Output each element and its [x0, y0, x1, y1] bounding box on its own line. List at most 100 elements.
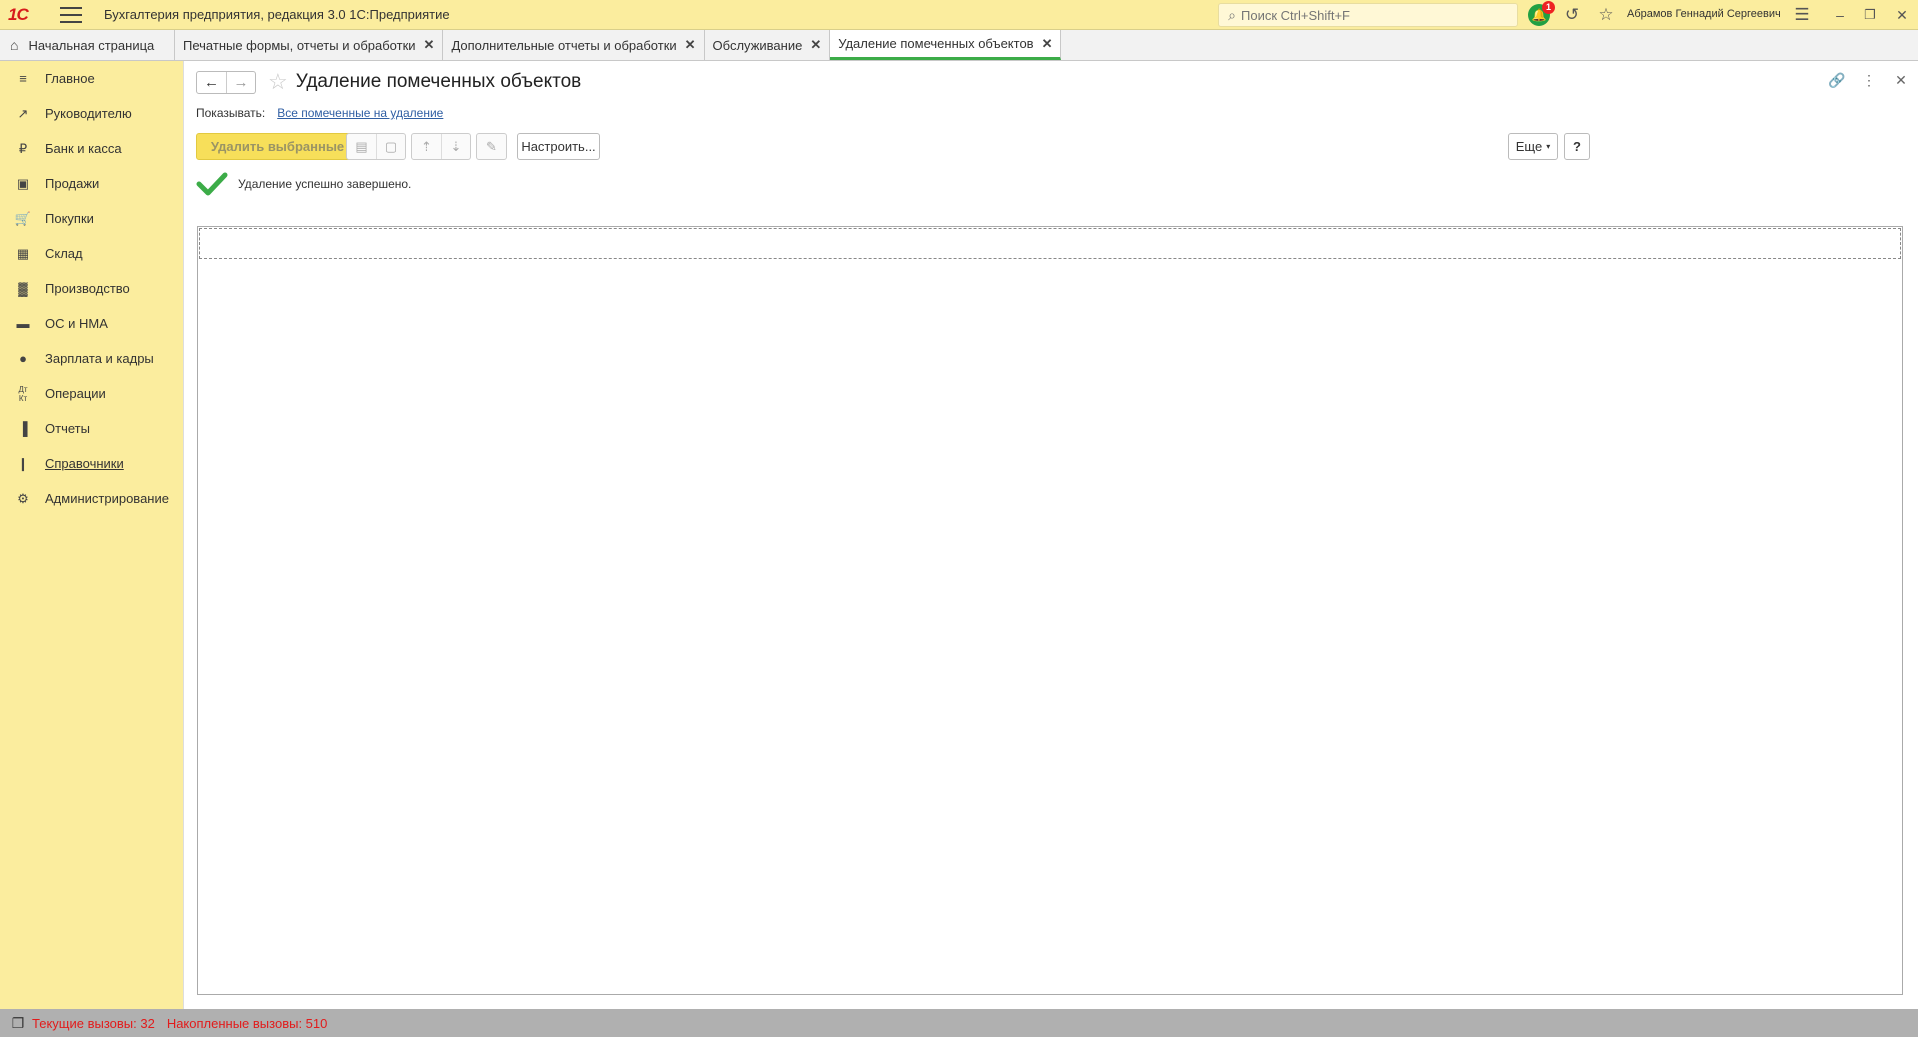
restore-icon[interactable]: ❐	[1858, 3, 1882, 27]
sidebar-item-label: Операции	[45, 386, 106, 401]
sort-descending-icon[interactable]: ⇣	[441, 134, 470, 159]
sidebar-item-label: Банк и касса	[45, 141, 122, 156]
tab-label: Дополнительные отчеты и обработки	[451, 37, 677, 53]
sidebar-item-label: Продажи	[45, 176, 100, 191]
main-menu-button[interactable]	[60, 6, 82, 23]
tab-label: Обслуживание	[712, 37, 803, 53]
sidebar-item-label: Администрирование	[45, 491, 169, 506]
windows-icon[interactable]: ❐	[8, 1014, 28, 1032]
delete-selected-button[interactable]: Удалить выбранные	[196, 133, 359, 160]
status-message: Удаление успешно завершено.	[196, 171, 411, 197]
uncheck-all-icon[interactable]: ▢	[376, 134, 405, 159]
command-bar: Удалить выбранные ▤ ▢ ⇡ ⇣ ✎ Настроить...…	[196, 133, 1908, 161]
sidebar-item-label: Зарплата и кадры	[45, 351, 154, 366]
factory-icon: ▓	[18, 281, 28, 296]
form-header-icons: 🔗 ⋮ ✕	[1828, 71, 1910, 89]
show-label: Показывать:	[196, 106, 266, 120]
forward-arrow-icon[interactable]: →	[226, 71, 255, 93]
sidebar-item-salary[interactable]: ● Зарплата и кадры	[0, 341, 183, 376]
tab-label: Печатные формы, отчеты и обработки	[183, 37, 416, 53]
close-icon[interactable]: ✕	[685, 37, 696, 53]
tab-maintenance[interactable]: Обслуживание ✕	[704, 30, 831, 60]
tab-home-label: Начальная страница	[28, 37, 155, 53]
person-icon: ●	[19, 351, 27, 366]
form-header: ← → ☆ Удаление помеченных объектов	[196, 69, 581, 95]
dt-kt-icon: Дт Кт	[18, 384, 28, 403]
show-filter-link[interactable]: Все помеченные на удаление	[277, 106, 443, 120]
warehouse-icon: ▦	[16, 245, 30, 261]
notifications-badge: 1	[1542, 1, 1555, 14]
current-calls: Текущие вызовы: 32	[32, 1015, 155, 1031]
objects-table[interactable]	[197, 226, 1903, 995]
close-icon[interactable]: ✕	[424, 37, 435, 53]
tab-label: Удаление помеченных объектов	[838, 36, 1034, 51]
page-title: Удаление помеченных объектов	[295, 71, 582, 92]
sidebar-item-label: ОС и НМА	[45, 316, 108, 331]
app-title: Бухгалтерия предприятия, редакция 3.0 1С…	[104, 7, 450, 22]
open-windows-tabs: ⌂ Начальная страница Печатные формы, отч…	[0, 30, 1918, 61]
copy-group: ▤ ▢	[346, 133, 406, 160]
home-icon: ⌂	[10, 37, 19, 53]
close-icon[interactable]: ✕	[1042, 36, 1053, 52]
sidebar-item-main[interactable]: ≡ Главное	[0, 61, 183, 96]
settings-menu-icon[interactable]: ☰	[1790, 3, 1814, 27]
sidebar-item-administration[interactable]: ⚙ Администрирование	[0, 481, 183, 516]
search-box[interactable]: ⌕	[1218, 3, 1518, 27]
sidebar-item-sales[interactable]: ▣ Продажи	[0, 166, 183, 201]
sidebar-item-fixed-assets[interactable]: ▬ ОС и НМА	[0, 306, 183, 341]
sidebar-item-directories[interactable]: ❙ Справочники	[0, 446, 183, 481]
sidebar-item-label: Отчеты	[45, 421, 90, 436]
sidebar-item-warehouse[interactable]: ▦ Склад	[0, 236, 183, 271]
close-window-icon[interactable]: ✕	[1890, 3, 1914, 27]
more-vertical-icon[interactable]: ⋮	[1860, 71, 1878, 89]
more-button[interactable]: Еще ▾	[1508, 133, 1558, 160]
sidebar-item-operations[interactable]: Дт Кт Операции	[0, 376, 183, 411]
table-row[interactable]	[199, 228, 1901, 259]
books-icon: ❙	[17, 455, 29, 471]
sidebar-item-production[interactable]: ▓ Производство	[0, 271, 183, 306]
show-filter: Показывать: Все помеченные на удаление	[196, 106, 443, 120]
pencil-icon[interactable]: ✎	[477, 134, 506, 159]
sidebar-item-purchases[interactable]: 🛒 Покупки	[0, 201, 183, 236]
status-bar: ❐ Текущие вызовы: 32 Накопленные вызовы:…	[0, 1009, 1918, 1037]
more-button-label: Еще	[1515, 139, 1543, 154]
cart-icon: 🛒	[14, 210, 32, 226]
bag-icon: ▣	[16, 175, 30, 191]
sidebar-item-label: Покупки	[45, 211, 94, 226]
tab-home[interactable]: ⌂ Начальная страница	[0, 30, 175, 60]
sidebar-item-label: Руководителю	[45, 106, 132, 121]
sections-sidebar: ≡ Главное ↗ Руководителю ₽ Банк и касса ▣ Пр…	[0, 61, 184, 1009]
close-form-icon[interactable]: ✕	[1892, 71, 1910, 89]
edit-group: ✎	[476, 133, 507, 160]
sidebar-item-manager[interactable]: ↗ Руководителю	[0, 96, 183, 131]
title-bar: 1С Бухгалтерия предприятия, редакция 3.0…	[0, 0, 1918, 30]
sidebar-item-bank[interactable]: ₽ Банк и касса	[0, 131, 183, 166]
search-icon: ⌕	[1228, 6, 1236, 23]
gear-icon: ⚙	[17, 490, 29, 506]
minimize-icon[interactable]: –	[1828, 3, 1852, 27]
ruble-icon: ₽	[18, 140, 28, 156]
form-area: ← → ☆ Удаление помеченных объектов 🔗 ⋮ ✕…	[185, 61, 1918, 1009]
close-icon[interactable]: ✕	[810, 37, 821, 53]
help-button[interactable]: ?	[1564, 133, 1590, 160]
tab-delete-marked[interactable]: Удаление помеченных объектов ✕	[830, 30, 1062, 60]
user-name[interactable]: Абрамов Геннадий Сергеевич	[1627, 8, 1781, 20]
favorites-star-icon[interactable]: ☆	[1594, 3, 1618, 27]
sort-group: ⇡ ⇣	[411, 133, 471, 160]
back-arrow-icon[interactable]: ←	[197, 72, 226, 93]
check-all-icon[interactable]: ▤	[347, 134, 376, 159]
chevron-down-icon: ▾	[1546, 142, 1551, 151]
settings-button[interactable]: Настроить...	[517, 133, 600, 160]
favorite-star-icon[interactable]: ☆	[268, 69, 288, 95]
accumulated-calls: Накопленные вызовы: 510	[166, 1015, 328, 1031]
app-logo[interactable]: 1С	[8, 5, 46, 25]
sidebar-item-label: Производство	[45, 281, 130, 296]
notifications-bell-icon[interactable]: 🔔 1	[1528, 1, 1555, 26]
tab-print-forms[interactable]: Печатные формы, отчеты и обработки ✕	[175, 30, 444, 60]
search-input[interactable]	[1241, 7, 1501, 23]
sidebar-item-reports[interactable]: ▐ Отчеты	[0, 411, 183, 446]
tab-additional-reports[interactable]: Дополнительные отчеты и обработки ✕	[443, 30, 705, 60]
history-icon[interactable]: ↺	[1560, 3, 1584, 27]
link-icon[interactable]: 🔗	[1828, 71, 1846, 89]
sort-ascending-icon[interactable]: ⇡	[412, 134, 441, 159]
